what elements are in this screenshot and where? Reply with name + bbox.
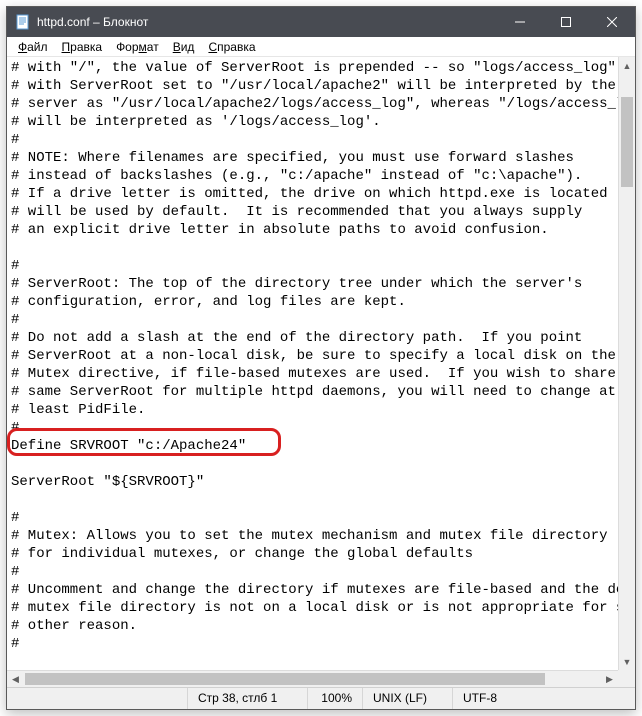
- status-eol: UNIX (LF): [362, 688, 452, 709]
- editor-area: # with "/", the value of ServerRoot is p…: [7, 57, 635, 687]
- scroll-up-icon[interactable]: ▲: [619, 57, 635, 74]
- close-button[interactable]: [589, 7, 635, 37]
- status-encoding: UTF-8: [452, 688, 635, 709]
- minimize-button[interactable]: [497, 7, 543, 37]
- menubar: Файл Правка Формат Вид Справка: [7, 37, 635, 57]
- window-controls: [497, 7, 635, 37]
- statusbar: Стр 38, стлб 1 100% UNIX (LF) UTF-8: [7, 687, 635, 709]
- text-editor[interactable]: # with "/", the value of ServerRoot is p…: [7, 57, 618, 670]
- scroll-left-icon[interactable]: ◀: [7, 671, 24, 687]
- scroll-right-icon[interactable]: ▶: [601, 671, 618, 687]
- status-spacer: [7, 688, 187, 709]
- notepad-icon: [15, 14, 31, 30]
- notepad-window: httpd.conf – Блокнот Файл Правка Формат …: [6, 6, 636, 710]
- horizontal-scrollbar[interactable]: ◀ ▶: [7, 670, 618, 687]
- scroll-down-icon[interactable]: ▼: [619, 653, 635, 670]
- menu-format[interactable]: Формат: [109, 39, 166, 55]
- window-title: httpd.conf – Блокнот: [37, 15, 497, 29]
- menu-edit[interactable]: Правка: [55, 39, 110, 55]
- titlebar[interactable]: httpd.conf – Блокнот: [7, 7, 635, 37]
- vertical-scrollbar[interactable]: ▲ ▼: [618, 57, 635, 670]
- horizontal-scroll-thumb[interactable]: [25, 673, 545, 685]
- status-position: Стр 38, стлб 1: [187, 688, 307, 709]
- maximize-button[interactable]: [543, 7, 589, 37]
- menu-file[interactable]: Файл: [11, 39, 55, 55]
- vertical-scroll-thumb[interactable]: [621, 97, 633, 187]
- scroll-corner: [618, 670, 635, 687]
- menu-help[interactable]: Справка: [201, 39, 262, 55]
- menu-view[interactable]: Вид: [166, 39, 202, 55]
- status-zoom[interactable]: 100%: [307, 688, 362, 709]
